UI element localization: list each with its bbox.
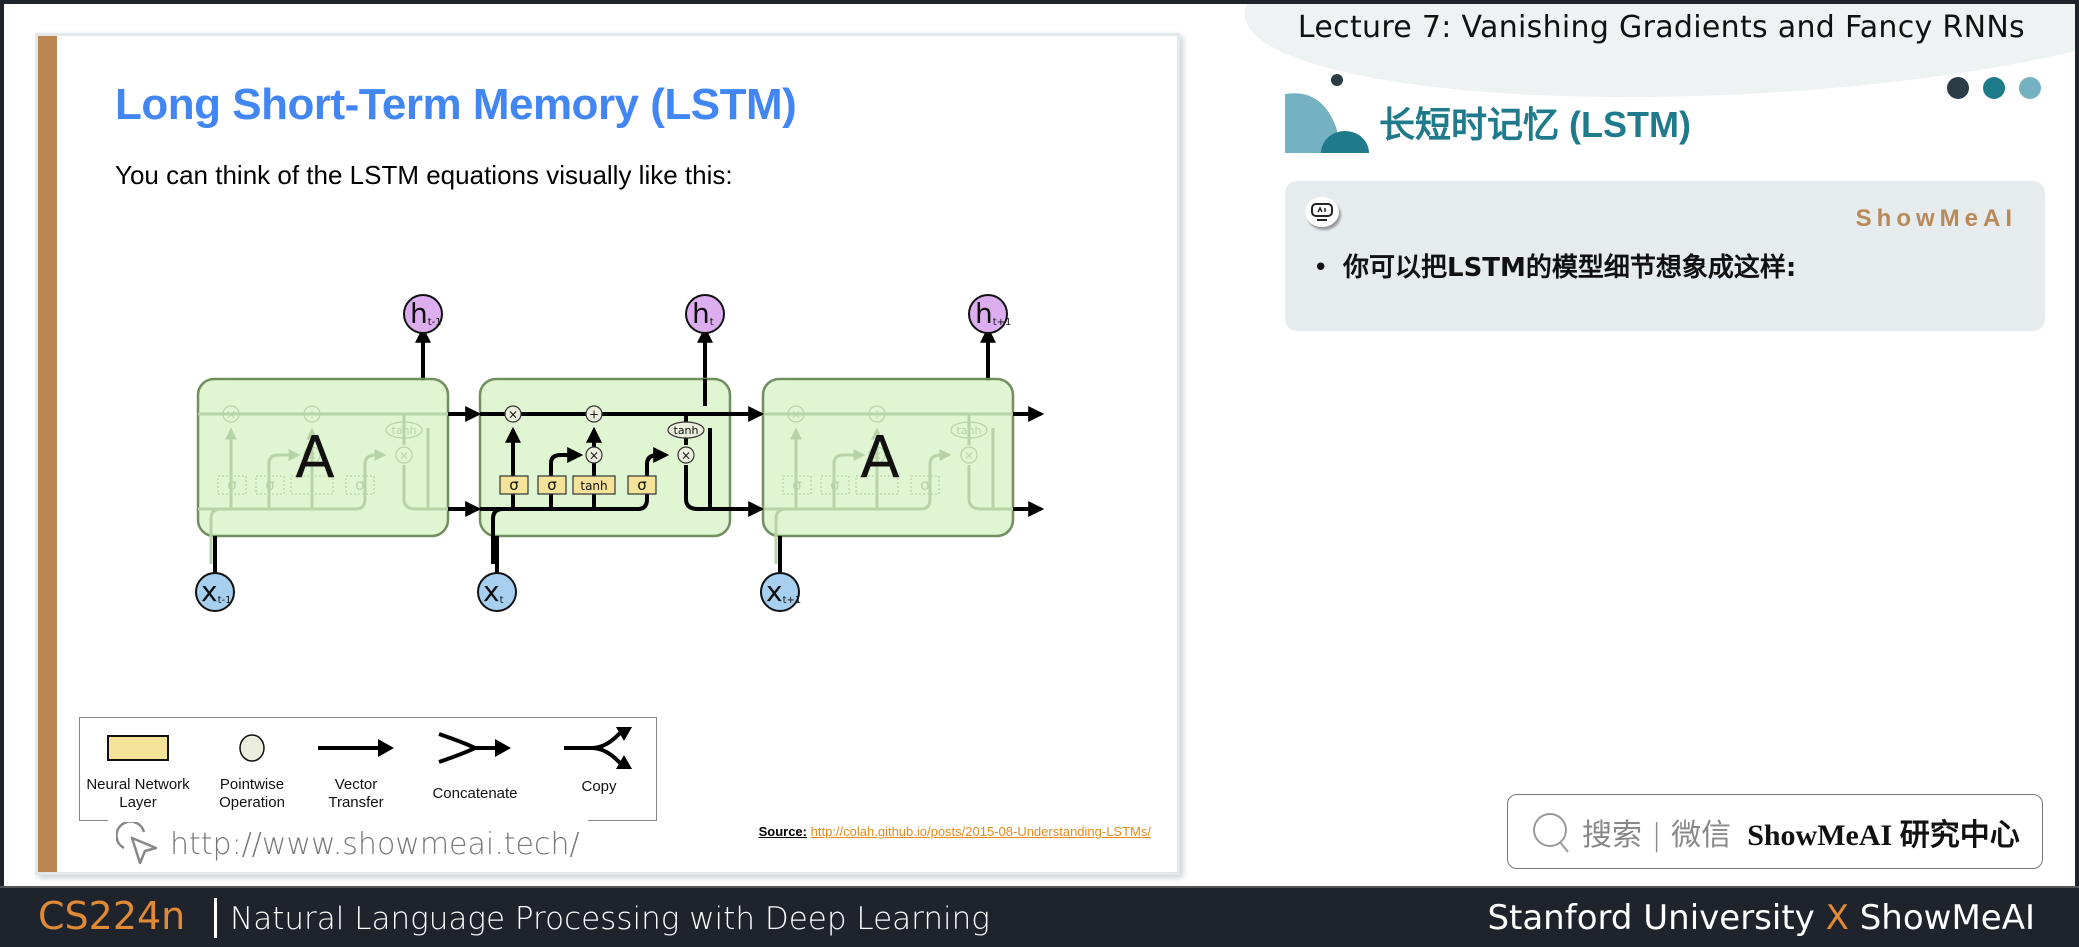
lstm-cell: σ σ σ× +× ×tanhAht+1xt+1: [760, 294, 1015, 612]
lecture-title: Lecture 7: Vanishing Gradients and Fancy…: [1297, 10, 2025, 45]
input-subscript: t: [500, 595, 504, 606]
search-prefix: 搜索 | 微信: [1582, 817, 1732, 853]
pointwise-op-label: ×: [681, 449, 691, 463]
pointwise-op-label: +: [872, 408, 882, 422]
concatenate-icon: [438, 732, 511, 764]
footer: CS224n Natural Language Processing with …: [0, 886, 2079, 947]
course-code: CS224n: [38, 894, 186, 938]
cursor-click-icon: [116, 822, 158, 865]
decor-dot-light: [2019, 77, 2041, 99]
lstm-cell: σ σ σ× +× ×tanhAht-1xt-1: [195, 294, 450, 612]
copy-icon: [564, 727, 632, 769]
section-title: 长短时记忆 (LSTM): [1379, 104, 1691, 145]
screen: Lecture 7: Vanishing Gradients and Fancy…: [4, 4, 2075, 886]
legend-item: Pointwise Operation: [202, 728, 302, 812]
nn-layer-label: σ: [637, 476, 647, 494]
legend: Neural Network Layer Pointwise Operation…: [79, 717, 657, 821]
cell-label: A: [295, 424, 335, 492]
pointwise-op-label: ×: [226, 408, 236, 422]
section-decoration-icon: [1285, 74, 1369, 153]
nn-layer-label: σ: [547, 476, 557, 494]
search-icon: [1533, 812, 1569, 853]
partner-credit: Stanford University X ShowMeAI: [1487, 898, 2035, 938]
watermark: http://www.showmeai.tech/: [108, 818, 588, 870]
tanh-op-label: tanh: [392, 424, 417, 437]
pointwise-op-label: ×: [964, 449, 974, 463]
brand-label: ShowMeAI: [1855, 205, 2017, 232]
input-subscript: t+1: [783, 595, 802, 606]
pointwise-op-label: ×: [791, 408, 801, 422]
ai-bot-icon: [1305, 197, 1339, 227]
output-subscript: t+1: [993, 317, 1012, 328]
pointwise-op-label: ×: [399, 449, 409, 463]
pointwise-operation-icon: [239, 734, 265, 762]
legend-item: Neural Network Layer: [84, 728, 192, 812]
legend-item: Vector Transfer: [314, 728, 398, 812]
nn-layer-label: σ: [265, 476, 275, 494]
search-name: ShowMeAI 研究中心: [1747, 818, 2020, 852]
search-banner: 搜索 | 微信 ShowMeAI 研究中心: [1507, 794, 2043, 869]
lstm-cell: σ σ tanh σ× +× ×tanhhtxt: [477, 294, 732, 612]
decor-dot-teal: [1983, 77, 2005, 99]
vector-transfer-icon: [318, 739, 394, 757]
nn-layer-label: σ: [509, 476, 519, 494]
neural-network-layer-icon: [107, 735, 169, 761]
pointwise-op-label: +: [589, 408, 599, 422]
source-citation: Source: http://colah.github.io/posts/201…: [759, 824, 1151, 839]
nn-layer-label: σ: [830, 476, 840, 494]
nn-layer-label: σ: [920, 476, 930, 494]
source-label: Source:: [758, 824, 807, 839]
legend-item: Copy: [554, 727, 644, 796]
footer-divider: [214, 898, 217, 938]
course-name: Natural Language Processing with Deep Le…: [230, 901, 990, 937]
legend-item: Concatenate: [420, 728, 530, 803]
tanh-op-label: tanh: [674, 424, 699, 437]
pointwise-op-label: +: [307, 408, 317, 422]
decor-dot-dark: [1947, 77, 1969, 99]
note-card: ShowMeAI • 你可以把LSTM的模型细节想象成这样:: [1285, 181, 2045, 331]
cell-label: A: [860, 424, 900, 492]
bullet-item: • 你可以把LSTM的模型细节想象成这样:: [1313, 253, 1797, 283]
watermark-url: http://www.showmeai.tech/: [170, 826, 580, 862]
tanh-op-label: tanh: [957, 424, 982, 437]
input-subscript: t-1: [218, 595, 232, 606]
pointwise-op-label: ×: [508, 408, 518, 422]
slide: Long Short-Term Memory (LSTM) You can th…: [38, 36, 1177, 872]
nn-layer-label: σ: [227, 476, 237, 494]
nn-layer-label: σ: [792, 476, 802, 494]
pointwise-op-label: ×: [589, 449, 599, 463]
output-subscript: t-1: [428, 317, 442, 328]
nn-layer-label: tanh: [580, 479, 607, 493]
source-link[interactable]: http://colah.github.io/posts/2015-08-Und…: [811, 824, 1151, 839]
output-subscript: t: [710, 317, 714, 328]
nn-layer-label: σ: [355, 476, 365, 494]
